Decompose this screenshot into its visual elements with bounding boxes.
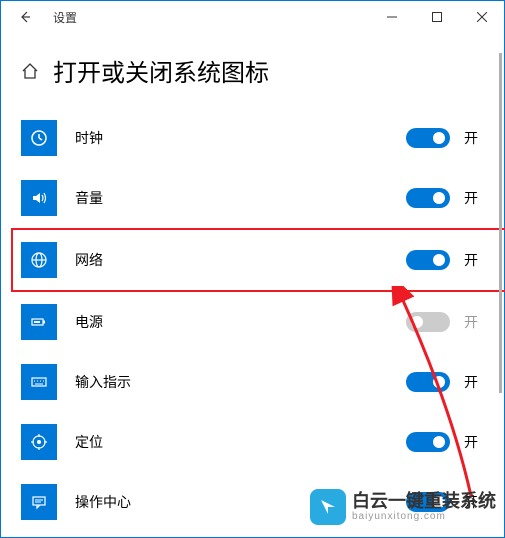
toggle-area: 开 (406, 312, 484, 332)
page-title: 打开或关闭系统图标 (53, 53, 269, 88)
toggle-area: 开 (406, 250, 484, 270)
keyboard-icon (21, 364, 57, 400)
toggle-network[interactable] (406, 250, 450, 270)
toggle-area: 开 (406, 432, 484, 452)
network-icon (21, 242, 57, 278)
toggle-location[interactable] (406, 432, 450, 452)
minimize-icon (387, 12, 397, 22)
settings-list: 时钟 开 音量 开 网络 开 电源 开 (1, 108, 504, 532)
toggle-power (406, 312, 450, 332)
setting-row-location: 定位 开 (21, 412, 484, 472)
titlebar-left: 设置 (9, 1, 77, 33)
volume-icon (21, 180, 57, 216)
setting-label: 定位 (75, 432, 388, 452)
clock-icon (21, 120, 57, 156)
scrollbar[interactable] (498, 33, 503, 413)
home-icon[interactable] (21, 62, 39, 80)
setting-label: 输入指示 (75, 372, 388, 392)
location-icon (21, 424, 57, 460)
close-button[interactable] (459, 1, 504, 33)
titlebar: 设置 (1, 1, 504, 33)
app-title: 设置 (53, 9, 77, 26)
setting-label: 时钟 (75, 128, 388, 148)
minimize-button[interactable] (369, 1, 414, 33)
setting-row-volume: 音量 开 (21, 168, 484, 228)
toggle-state-label: 开 (464, 188, 484, 208)
toggle-area: 开 (406, 128, 484, 148)
maximize-button[interactable] (414, 1, 459, 33)
toggle-volume[interactable] (406, 188, 450, 208)
toggle-area: 开 (406, 188, 484, 208)
scroll-thumb[interactable] (499, 53, 502, 393)
action-center-icon (21, 484, 57, 520)
watermark-text: 白云一键重装系统 baiyunxitong.com (352, 492, 496, 523)
setting-row-clock: 时钟 开 (21, 108, 484, 168)
toggle-clock[interactable] (406, 128, 450, 148)
page-header: 打开或关闭系统图标 (1, 33, 504, 108)
window-controls (369, 1, 504, 33)
toggle-state-label: 开 (464, 250, 484, 270)
watermark-url: baiyunxitong.com (352, 511, 496, 522)
toggle-area: 开 (406, 372, 484, 392)
toggle-ime[interactable] (406, 372, 450, 392)
back-button[interactable] (9, 1, 41, 33)
toggle-state-label: 开 (464, 312, 484, 332)
back-icon (18, 10, 32, 24)
setting-row-network: 网络 开 (11, 228, 505, 292)
toggle-state-label: 开 (464, 432, 484, 452)
close-icon (477, 12, 487, 22)
watermark-logo-icon (310, 489, 346, 525)
toggle-state-label: 开 (464, 128, 484, 148)
setting-row-ime: 输入指示 开 (21, 352, 484, 412)
power-icon (21, 304, 57, 340)
setting-row-power: 电源 开 (21, 292, 484, 352)
maximize-icon (432, 12, 442, 22)
setting-label: 音量 (75, 188, 388, 208)
setting-label: 网络 (75, 250, 388, 270)
toggle-state-label: 开 (464, 372, 484, 392)
watermark: 白云一键重装系统 baiyunxitong.com (310, 489, 496, 525)
setting-label: 电源 (75, 312, 388, 332)
watermark-brand: 白云一键重装系统 (352, 492, 496, 512)
